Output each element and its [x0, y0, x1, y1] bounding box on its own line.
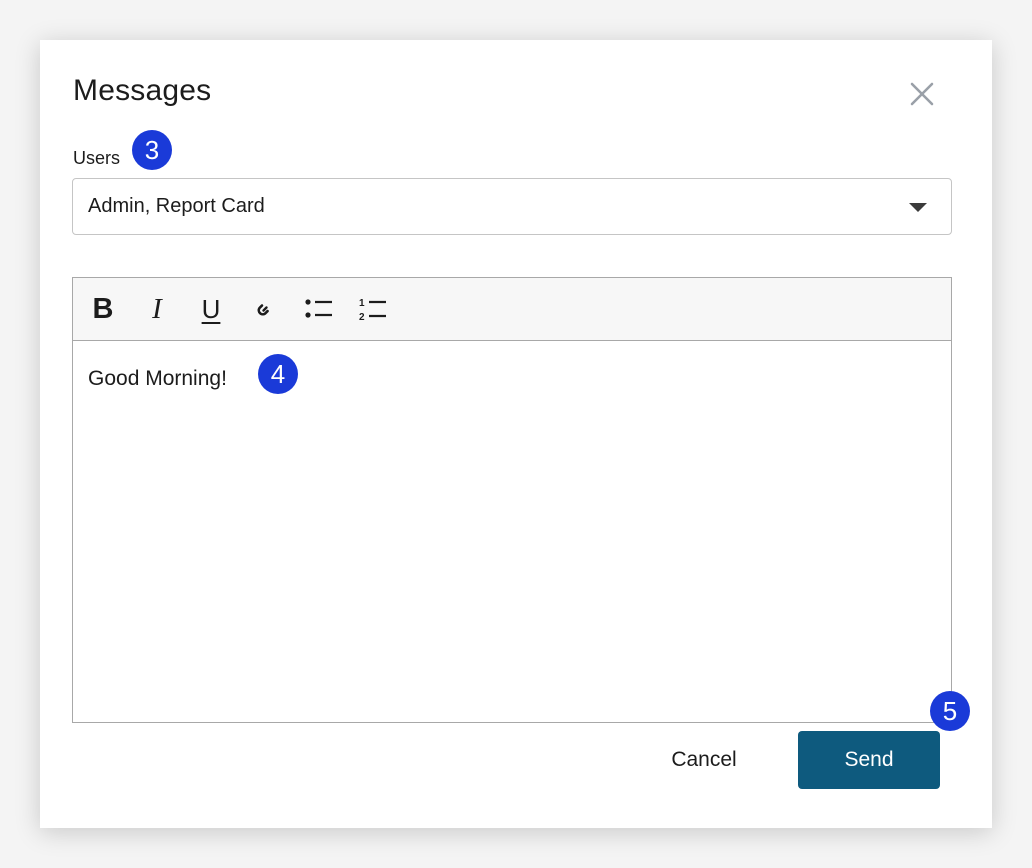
- close-button[interactable]: [906, 78, 938, 110]
- italic-button[interactable]: I: [138, 290, 176, 328]
- numbered-list-button[interactable]: 1 2: [354, 290, 392, 328]
- bold-button[interactable]: B: [84, 290, 122, 328]
- messages-dialog: Messages Users 3 Admin, Report Card B I …: [40, 40, 992, 828]
- message-editor[interactable]: B I U 1 2 Good Morning!: [72, 277, 952, 723]
- link-icon: [257, 304, 269, 316]
- users-label: Users: [73, 148, 121, 168]
- close-icon: [910, 82, 934, 106]
- editor-content[interactable]: Good Morning!: [88, 367, 227, 391]
- chevron-down-icon: [909, 203, 927, 212]
- dialog-title: Messages: [73, 74, 212, 107]
- link-button[interactable]: [246, 290, 284, 328]
- cancel-button[interactable]: Cancel: [648, 731, 760, 789]
- editor-toolbar: B I U 1 2: [73, 278, 951, 341]
- send-button[interactable]: Send: [798, 731, 940, 789]
- users-select[interactable]: Admin, Report Card: [72, 178, 952, 235]
- numbered-list-icon: 1 2: [359, 298, 386, 323]
- step-badge-users: 3: [132, 130, 172, 170]
- bullet-list-icon: [305, 299, 332, 318]
- svg-text:2: 2: [359, 312, 365, 323]
- step-badge-send: 5: [930, 691, 970, 731]
- bullet-list-button[interactable]: [300, 290, 338, 328]
- step-badge-message: 4: [258, 354, 298, 394]
- underline-button[interactable]: U: [192, 290, 230, 328]
- svg-text:1: 1: [359, 298, 365, 309]
- users-select-value: Admin, Report Card: [88, 195, 265, 217]
